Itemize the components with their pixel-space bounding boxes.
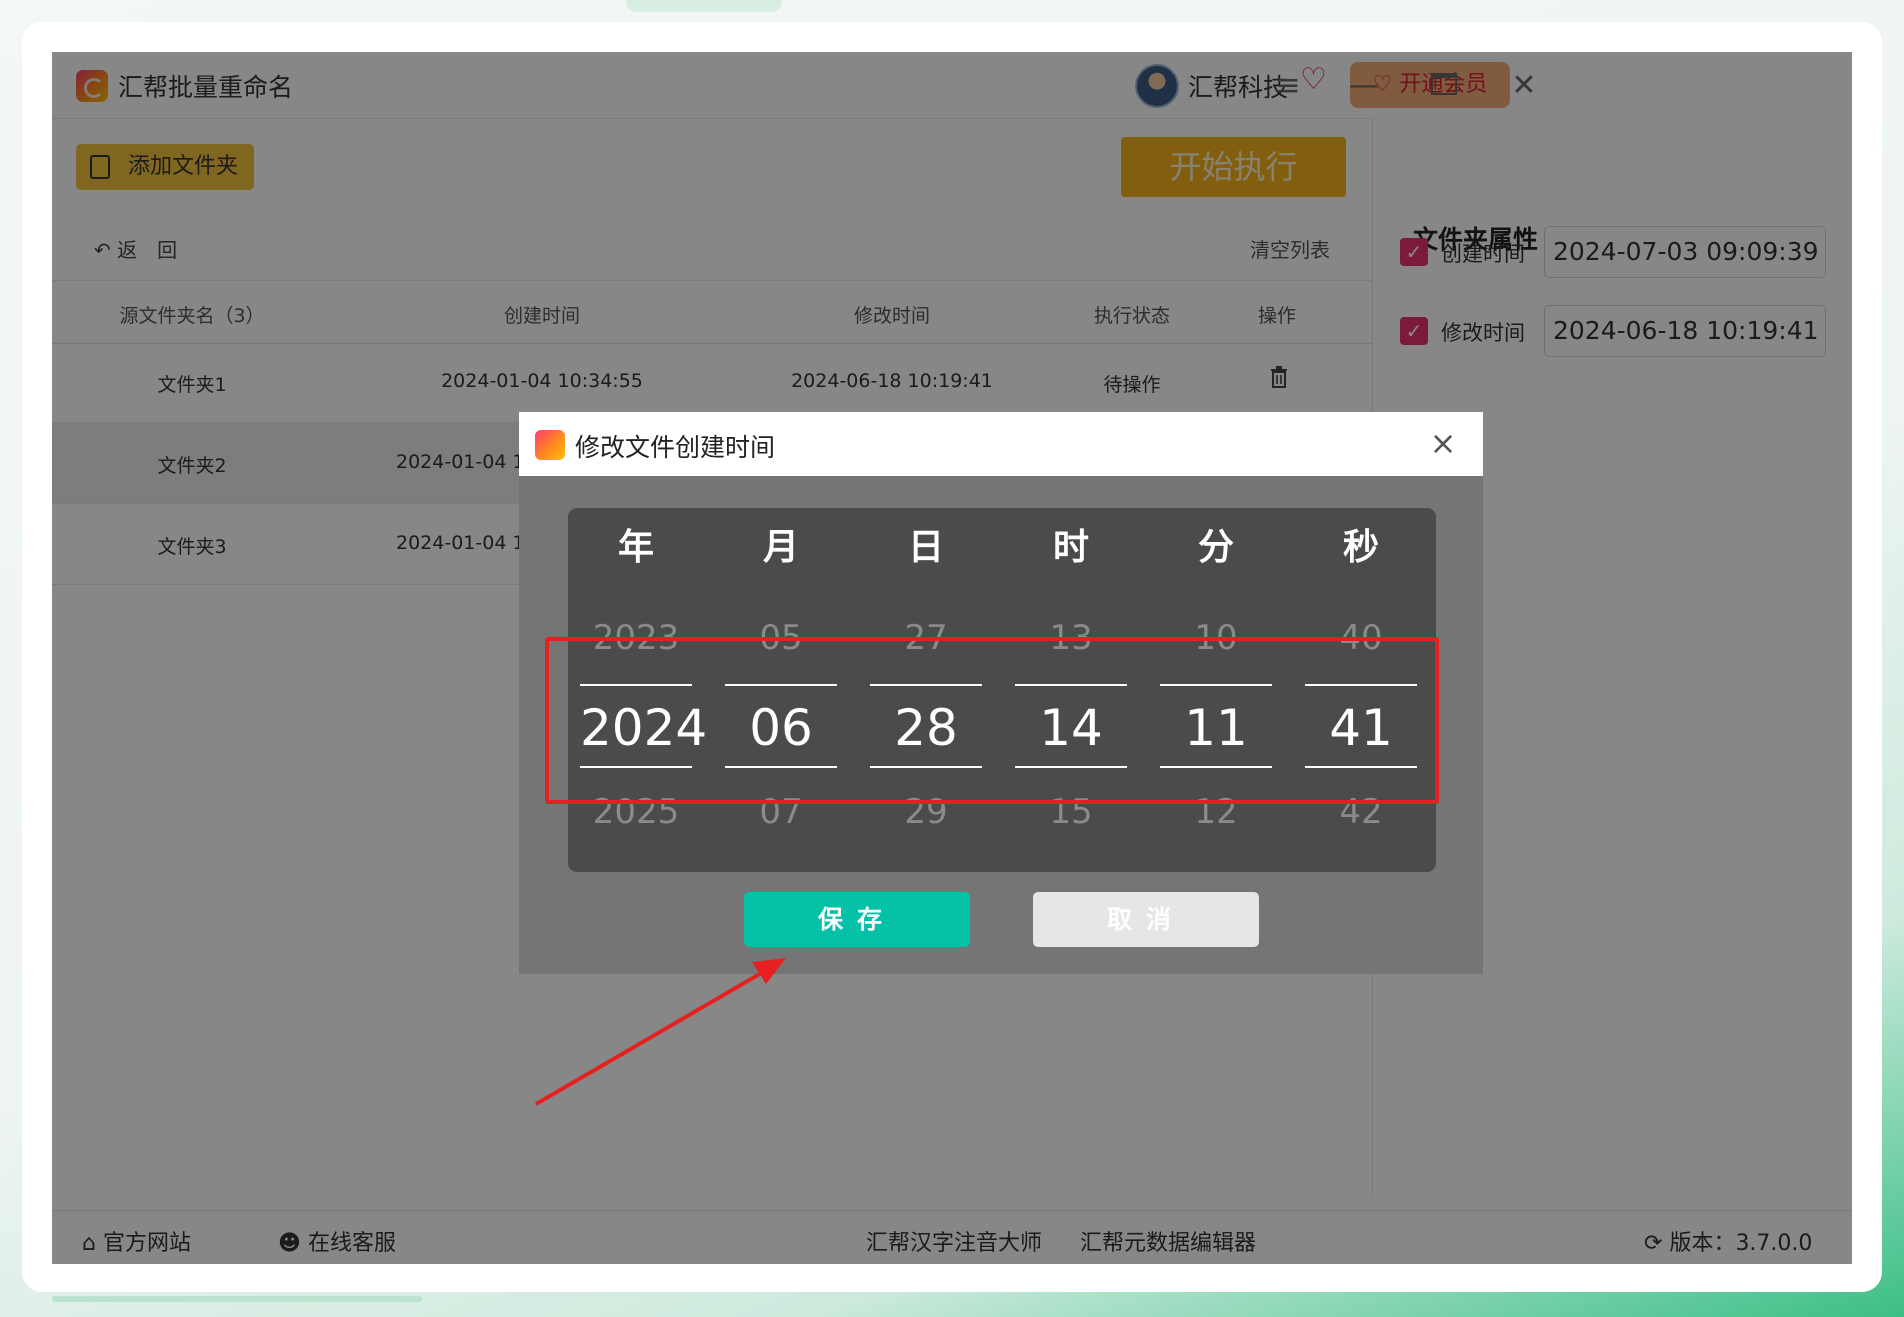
dialog-close-icon[interactable]: × <box>1423 424 1463 462</box>
picker-header: 月 <box>762 527 799 568</box>
picker-header: 日 <box>907 527 944 568</box>
picker-header: 分 <box>1197 527 1234 568</box>
dialog-title: 修改文件创建时间 <box>575 433 776 462</box>
save-button[interactable]: 保存 <box>744 892 970 947</box>
dialog-logo-icon <box>535 430 565 460</box>
background-top-strip <box>626 0 782 12</box>
highlight-annotation-box <box>545 637 1439 804</box>
cancel-button[interactable]: 取消 <box>1033 892 1259 947</box>
picker-header: 年 <box>617 527 654 568</box>
background-bottom-strip <box>52 1296 422 1302</box>
dialog-header: 修改文件创建时间 × <box>519 412 1483 476</box>
picker-header: 时 <box>1052 527 1089 568</box>
picker-header: 秒 <box>1342 527 1379 568</box>
